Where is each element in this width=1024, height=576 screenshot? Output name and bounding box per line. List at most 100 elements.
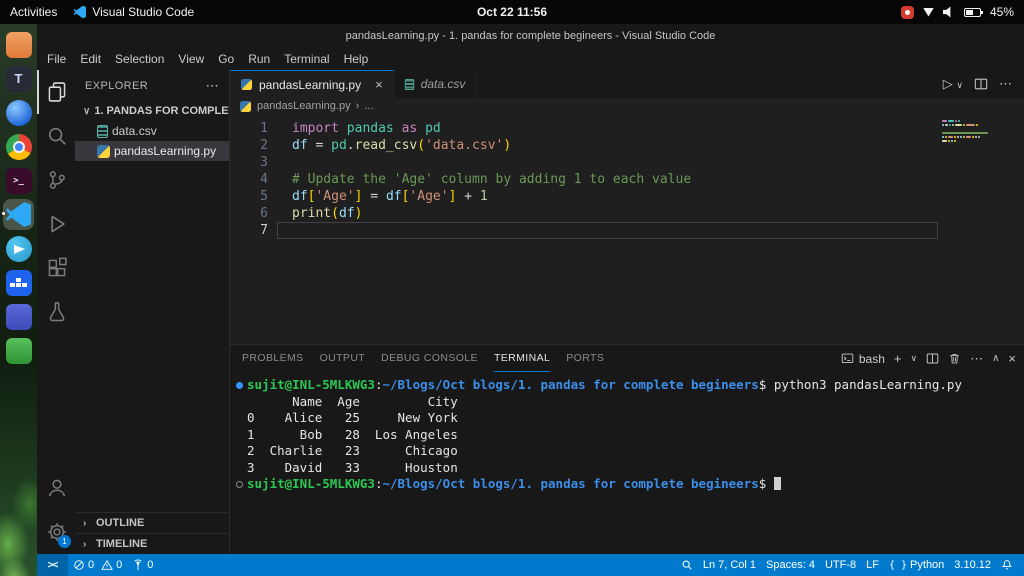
- terminal-line[interactable]: 1 Bob 28 Los Angeles: [234, 427, 1016, 444]
- terminal-line[interactable]: 0 Alice 25 New York: [234, 410, 1016, 427]
- clock[interactable]: Oct 22 11:56: [477, 5, 547, 19]
- minimap[interactable]: [942, 120, 1014, 148]
- zoom-indicator-icon[interactable]: [676, 554, 698, 576]
- menu-item-help[interactable]: Help: [337, 50, 376, 68]
- indentation[interactable]: Spaces: 4: [761, 554, 820, 576]
- settings-badge: 1: [58, 535, 71, 548]
- code-editor[interactable]: 1 2 3 4 5 6 7 import pandas as pd df = pd.read_…: [230, 114, 1024, 344]
- file-item-data.csv[interactable]: data.csv: [75, 121, 229, 141]
- file-tree: ∨ 1. PANDAS FOR COMPLET... data.csv panda…: [75, 101, 229, 512]
- timeline-section[interactable]: › TIMELINE: [75, 533, 229, 554]
- network-icon[interactable]: [922, 7, 934, 17]
- testing-icon[interactable]: [37, 290, 75, 334]
- split-terminal-icon[interactable]: [926, 352, 939, 365]
- language-mode[interactable]: { } Python: [884, 554, 949, 576]
- screen-record-icon[interactable]: [900, 5, 914, 19]
- terminal-line[interactable]: 2 Charlie 23 Chicago: [234, 443, 1016, 460]
- search-icon[interactable]: [37, 114, 75, 158]
- code-line[interactable]: # Update the 'Age' column by adding 1 to…: [277, 171, 938, 188]
- panel-tab-problems[interactable]: PROBLEMS: [242, 346, 304, 372]
- menu-item-edit[interactable]: Edit: [73, 50, 108, 68]
- run-debug-icon[interactable]: [37, 202, 75, 246]
- panel-more-icon[interactable]: ⋯: [970, 351, 983, 367]
- dock: T >_: [0, 24, 37, 576]
- folder-row[interactable]: ∨ 1. PANDAS FOR COMPLET...: [75, 101, 229, 121]
- command-decoration-dot: [236, 481, 243, 488]
- code-line[interactable]: [277, 154, 938, 171]
- maximize-panel-icon[interactable]: ∧: [992, 353, 999, 364]
- explorer-sidebar: EXPLORER ⋯ ∨ 1. PANDAS FOR COMPLET... da…: [75, 70, 230, 554]
- dock-icon-terminal[interactable]: >_: [3, 165, 34, 196]
- code-line[interactable]: df = pd.read_csv('data.csv'): [277, 137, 938, 154]
- dock-icon-text-editor[interactable]: T: [3, 63, 34, 94]
- menu-item-terminal[interactable]: Terminal: [277, 50, 336, 68]
- source-control-icon[interactable]: [37, 158, 75, 202]
- settings-gear-icon[interactable]: 1: [37, 510, 75, 554]
- activities-button[interactable]: Activities: [10, 5, 57, 19]
- volume-icon[interactable]: [942, 6, 951, 18]
- panel-tab-debug-console[interactable]: DEBUG CONSOLE: [381, 346, 478, 372]
- extensions-icon[interactable]: [37, 246, 75, 290]
- terminal-shell-label[interactable]: bash: [841, 352, 885, 366]
- panel-tab-output[interactable]: OUTPUT: [320, 346, 366, 372]
- cursor-position[interactable]: Ln 7, Col 1: [698, 554, 761, 576]
- dock-icon-files[interactable]: [3, 29, 34, 60]
- menu-item-go[interactable]: Go: [211, 50, 241, 68]
- code-line[interactable]: [277, 222, 938, 239]
- notifications-bell-icon[interactable]: [996, 554, 1018, 576]
- eol-indicator[interactable]: LF: [861, 554, 884, 576]
- tab-data.csv[interactable]: data.csv: [393, 70, 477, 98]
- text-editor-icon: T: [5, 65, 32, 92]
- terminal-line[interactable]: Name Age City: [234, 394, 1016, 411]
- panel-tab-ports[interactable]: PORTS: [566, 346, 604, 372]
- dock-icon-green-app[interactable]: [3, 335, 34, 366]
- terminal-line[interactable]: sujit@INL-5MLKWG3:~/Blogs/Oct blogs/1. p…: [234, 476, 1016, 493]
- vscode-window: pandasLearning.py - 1. pandas for comple…: [37, 24, 1024, 576]
- menu-item-selection[interactable]: Selection: [108, 50, 171, 68]
- terminal-profile-chevron-icon[interactable]: ∨: [910, 353, 917, 364]
- menu-item-file[interactable]: File: [40, 50, 73, 68]
- focused-app-indicator[interactable]: Visual Studio Code: [73, 5, 194, 19]
- code-line[interactable]: import pandas as pd: [277, 120, 938, 137]
- split-editor-icon[interactable]: [974, 77, 988, 91]
- dock-icon-vscode[interactable]: [2, 199, 34, 230]
- terminal-line[interactable]: 3 David 33 Houston: [234, 460, 1016, 477]
- dock-icon-chrome[interactable]: [3, 131, 34, 162]
- remote-indicator[interactable]: ><: [37, 554, 68, 576]
- breadcrumb[interactable]: pandasLearning.py › ...: [230, 98, 1024, 114]
- line-number: 6: [260, 206, 268, 221]
- tab-label: pandasLearning.py: [259, 77, 362, 92]
- code-lines: import pandas as pd df = pd.read_csv('dat…: [277, 114, 938, 344]
- account-icon[interactable]: [37, 466, 75, 510]
- kill-terminal-icon[interactable]: [948, 352, 961, 365]
- close-tab-icon[interactable]: ×: [375, 77, 383, 92]
- dock-icon-telegram[interactable]: [3, 233, 34, 264]
- telegram-icon: [5, 235, 32, 262]
- python-interpreter[interactable]: 3.10.12: [949, 554, 996, 576]
- new-terminal-icon[interactable]: +: [894, 351, 902, 366]
- file-item-pandasLearning.py[interactable]: pandasLearning.py: [75, 141, 229, 161]
- problems-indicator[interactable]: 0 0: [68, 554, 127, 576]
- code-line[interactable]: print(df): [277, 205, 938, 222]
- python-file-icon: [240, 78, 253, 91]
- run-python-button[interactable]: ▷ ∨: [943, 76, 963, 92]
- encoding[interactable]: UTF-8: [820, 554, 861, 576]
- ports-indicator[interactable]: 0: [127, 554, 158, 576]
- terminal-line[interactable]: sujit@INL-5MLKWG3:~/Blogs/Oct blogs/1. p…: [234, 377, 1016, 394]
- tab-pandasLearning.py[interactable]: pandasLearning.py ×: [230, 70, 394, 98]
- browser-icon: [5, 99, 32, 126]
- terminal-output[interactable]: sujit@INL-5MLKWG3:~/Blogs/Oct blogs/1. p…: [230, 372, 1024, 554]
- close-panel-icon[interactable]: ×: [1008, 351, 1016, 366]
- outline-section[interactable]: › OUTLINE: [75, 512, 229, 533]
- dock-icon-docker[interactable]: [3, 267, 34, 298]
- dock-icon-browser[interactable]: [3, 97, 34, 128]
- code-line[interactable]: df['Age'] = df['Age'] + 1: [277, 188, 938, 205]
- panel-tab-terminal[interactable]: TERMINAL: [493, 346, 551, 372]
- explorer-icon[interactable]: [37, 70, 75, 114]
- dock-icon-office[interactable]: [3, 301, 34, 332]
- editor-more-icon[interactable]: ⋯: [999, 76, 1012, 92]
- chevron-right-icon: ›: [83, 538, 87, 550]
- menu-item-view[interactable]: View: [171, 50, 211, 68]
- explorer-more-icon[interactable]: ⋯: [206, 78, 219, 94]
- menu-item-run[interactable]: Run: [241, 50, 277, 68]
